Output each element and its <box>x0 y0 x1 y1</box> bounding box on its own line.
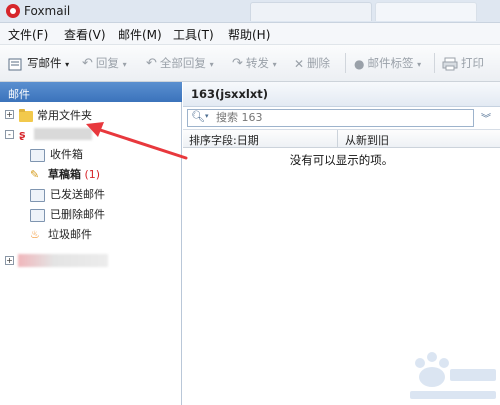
red-annotation-arrow-icon <box>86 122 188 160</box>
forward-button[interactable]: ↷ 转发 ▾ <box>232 55 277 71</box>
search-bar: 🔍︎ ▾ ︾ <box>183 107 500 130</box>
reply-all-label: 全部回复 <box>159 56 206 70</box>
chevron-down-icon: ▾ <box>272 60 277 69</box>
folder-junk[interactable]: ♨ 垃圾邮件 <box>30 226 180 244</box>
mail-tags-label: 邮件标签 <box>367 56 414 70</box>
sent-icon <box>30 188 45 202</box>
sort-field-header[interactable]: 排序字段:日期 <box>189 132 259 148</box>
folder-label: 收件箱 <box>50 148 83 161</box>
toolbar-divider <box>345 53 346 73</box>
chevron-down-icon: ▾ <box>209 60 214 69</box>
pencil-icon: ✎ <box>30 168 40 181</box>
chevron-down-icon: ▾ <box>122 60 127 69</box>
search-input[interactable] <box>216 111 456 124</box>
tree-item-account-2[interactable]: + <box>0 252 180 270</box>
folder-label: 已发送邮件 <box>50 188 105 201</box>
expand-icon[interactable]: + <box>5 110 14 119</box>
account-title: 163(jsxxlxt) <box>191 87 268 101</box>
menu-file[interactable]: 文件(F) <box>8 26 48 43</box>
flame-icon: ♨ <box>30 228 40 241</box>
collapse-icon[interactable]: - <box>5 130 14 139</box>
column-divider <box>337 130 338 147</box>
app-title: Foxmail <box>24 4 71 18</box>
delete-button[interactable]: ✕ 删除 <box>294 55 330 71</box>
mail-pane-header: 邮件 <box>0 82 182 102</box>
compose-icon <box>8 58 22 70</box>
mail-tags-button[interactable]: ● 邮件标签 ▾ <box>354 55 421 71</box>
expand-icon[interactable]: + <box>5 256 14 265</box>
folder-deleted[interactable]: 已删除邮件 <box>30 206 180 224</box>
compose-button[interactable]: 写邮件 ▾ <box>8 55 69 71</box>
folder-label: 已删除邮件 <box>50 208 105 221</box>
trash-icon <box>30 208 45 222</box>
blurred-account-name <box>18 254 108 267</box>
column-header: 排序字段:日期 从新到旧 <box>183 130 500 148</box>
netease-163-logo-icon: ʂ <box>19 128 26 141</box>
toolbar-divider <box>434 53 435 73</box>
folder-icon <box>19 108 33 122</box>
search-box[interactable]: 🔍︎ ▾ <box>187 109 474 127</box>
chevron-down-icon: ▾ <box>205 112 209 120</box>
folder-label: 垃圾邮件 <box>48 228 92 241</box>
delete-icon: ✕ <box>294 56 305 71</box>
menu-bar: 文件(F) 查看(V) 邮件(M) 工具(T) 帮助(H) <box>0 23 500 45</box>
tag-icon: ● <box>354 56 365 71</box>
menu-view[interactable]: 查看(V) <box>64 26 106 43</box>
menu-tools[interactable]: 工具(T) <box>173 26 214 43</box>
baidu-watermark-icon <box>410 352 496 399</box>
message-list-header: 163(jsxxlxt) <box>183 82 500 107</box>
menu-help[interactable]: 帮助(H) <box>228 26 270 43</box>
reply-button[interactable]: ↶ 回复 ▾ <box>82 55 127 71</box>
forward-label: 转发 <box>245 56 269 70</box>
folder-drafts[interactable]: ✎ 草稿箱 (1) <box>30 166 180 184</box>
empty-list-message: 没有可以显示的项。 <box>289 153 394 167</box>
reply-icon: ↶ <box>82 56 93 71</box>
printer-icon <box>442 57 458 70</box>
unread-count: (1) <box>84 168 101 181</box>
chevron-down-icon: ▾ <box>65 60 70 69</box>
folder-label: 草稿箱 <box>48 168 81 181</box>
mail-pane-title: 邮件 <box>8 88 30 101</box>
inbox-icon <box>30 148 45 162</box>
toolbar: 写邮件 ▾ ↶ 回复 ▾ ↶ 全部回复 ▾ ↷ 转发 ▾ ✕ 删除 ● 邮件标签 ▾ 打印 <box>0 45 500 82</box>
title-bar: Foxmail <box>0 0 500 23</box>
sort-order-header[interactable]: 从新到旧 <box>345 132 389 148</box>
double-chevron-down-icon[interactable]: ︾ <box>481 110 491 125</box>
search-icon: 🔍︎ <box>191 110 205 123</box>
reply-all-button[interactable]: ↶ 全部回复 ▾ <box>146 55 214 71</box>
chevron-down-icon: ▾ <box>417 60 422 69</box>
print-label: 打印 <box>461 56 484 70</box>
browser-tab-ghost <box>250 2 372 21</box>
foxmail-logo-icon <box>6 4 20 18</box>
menu-mail[interactable]: 邮件(M) <box>118 26 162 43</box>
reply-label: 回复 <box>95 56 119 70</box>
print-button[interactable]: 打印 <box>442 55 484 71</box>
browser-tab-ghost-2 <box>375 2 477 21</box>
delete-label: 删除 <box>307 56 331 70</box>
compose-label: 写邮件 <box>27 56 62 70</box>
reply-all-icon: ↶ <box>146 56 157 71</box>
folder-sent[interactable]: 已发送邮件 <box>30 186 180 204</box>
forward-icon: ↷ <box>232 56 243 71</box>
